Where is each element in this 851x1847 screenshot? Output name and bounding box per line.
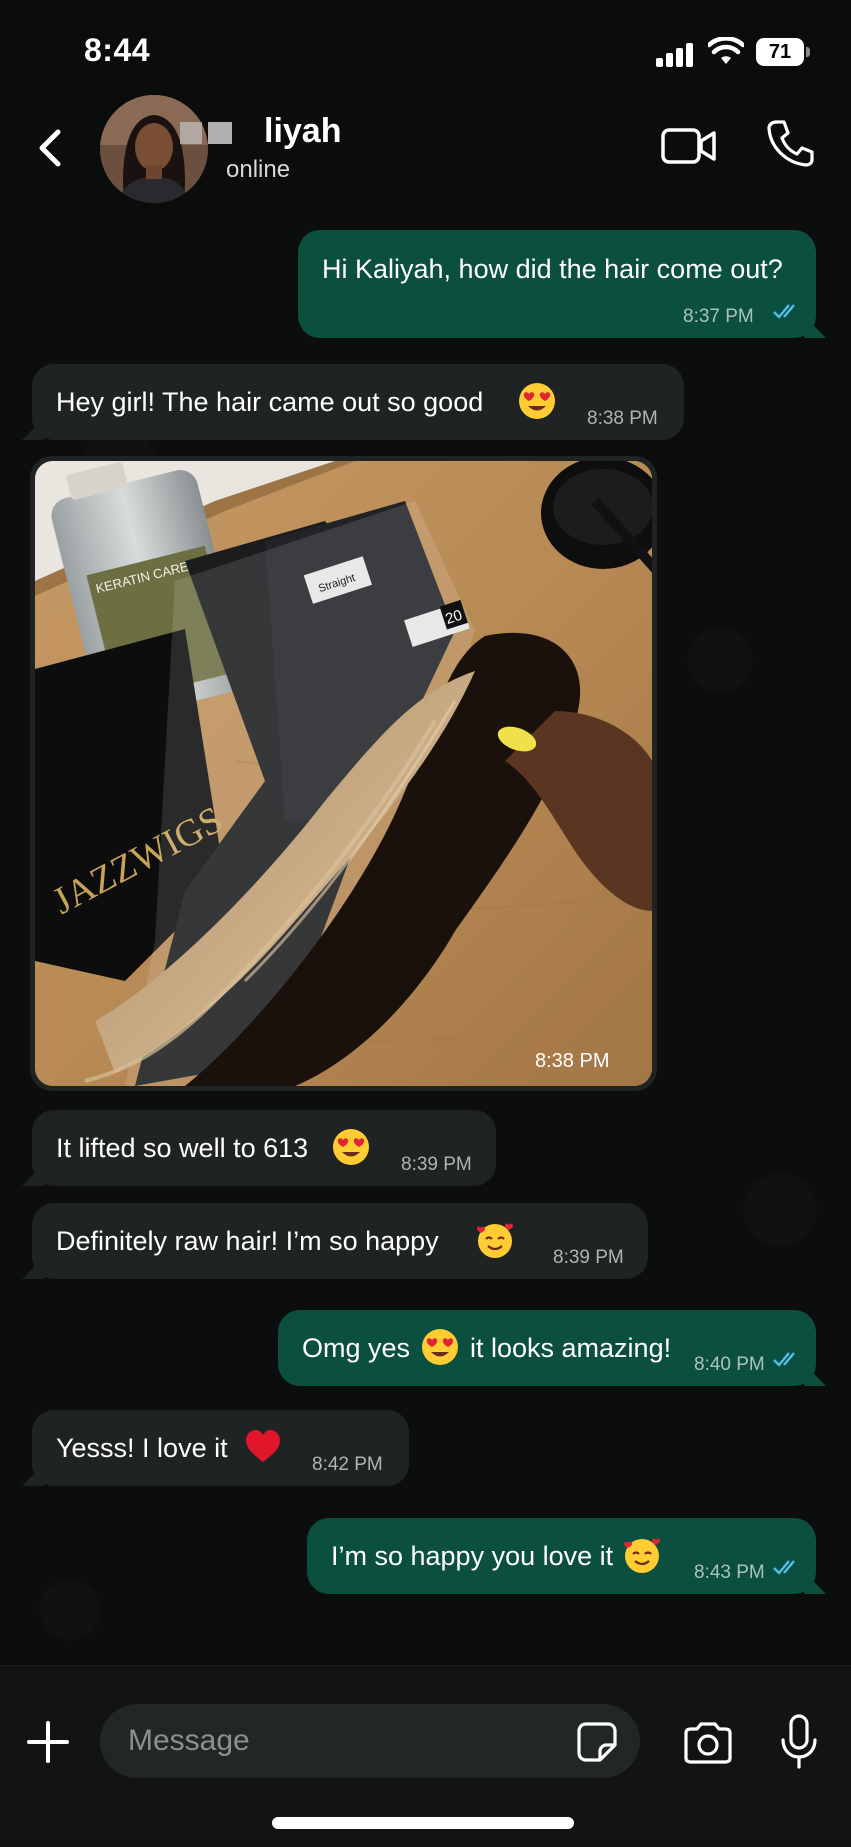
smiling-face-with-hearts-emoji-icon <box>624 1538 660 1573</box>
message-text: Yesss! I love it <box>56 1433 228 1463</box>
heart-eyes-emoji-icon <box>519 383 555 419</box>
message-text-end: it looks amazing! <box>470 1333 672 1363</box>
photo-time: 8:38 PM <box>535 1050 609 1072</box>
read-receipt-icon <box>773 1352 795 1367</box>
sticker-icon[interactable] <box>576 1721 618 1763</box>
home-indicator[interactable] <box>272 1817 574 1829</box>
message-text: Hey girl! The hair came out so good <box>56 387 484 417</box>
battery-level: 71 <box>756 38 804 66</box>
contact-status: online <box>226 156 291 183</box>
contact-name[interactable]: liyah <box>264 112 341 151</box>
phone-call-icon[interactable] <box>766 118 814 168</box>
chat-screen: 8:44 71 liyah online Hi Kaliyah, how did… <box>0 0 851 1847</box>
read-receipt-icon <box>773 1560 795 1575</box>
message-time: 8:39 PM <box>553 1247 624 1268</box>
status-time: 8:44 <box>84 32 151 68</box>
redacted-name-mark <box>180 120 266 146</box>
battery-icon: 71 <box>756 38 810 66</box>
status-bar: 8:44 71 <box>0 0 851 100</box>
wifi-icon <box>708 37 744 64</box>
camera-icon[interactable] <box>682 1721 734 1765</box>
message-text: Definitely raw hair! I’m so happy <box>56 1226 439 1256</box>
message-text: Hi Kaliyah, how did the hair come out? <box>322 254 783 284</box>
hair-photo[interactable]: KERATIN CARE02 JAZZWIGS Straight 20 8:38… <box>35 461 652 1086</box>
message-composer <box>0 1665 851 1847</box>
message-time: 8:38 PM <box>587 408 658 429</box>
message-text: It lifted so well to 613 <box>56 1133 309 1163</box>
message-bubble-outgoing[interactable]: Omg yes it looks amazing! 8:40 PM <box>278 1310 826 1386</box>
message-bubble-outgoing[interactable]: I’m so happy you love it 8:43 PM <box>307 1518 826 1594</box>
message-bubble-incoming[interactable]: Definitely raw hair! I’m so happy 8:39 P… <box>22 1203 648 1279</box>
read-receipt-icon <box>773 304 795 319</box>
back-chevron-icon[interactable] <box>30 120 70 176</box>
chat-header: liyah online <box>0 90 851 210</box>
cellular-signal-icon <box>656 41 698 67</box>
message-bubble-outgoing[interactable]: Hi Kaliyah, how did the hair come out? 8… <box>298 230 826 338</box>
message-time: 8:37 PM <box>683 306 754 327</box>
hair-photo-image: KERATIN CARE02 JAZZWIGS Straight 20 8:38… <box>35 461 652 1086</box>
smiling-face-with-hearts-emoji-icon <box>477 1223 513 1258</box>
microphone-icon[interactable] <box>780 1714 818 1770</box>
message-time: 8:42 PM <box>312 1454 383 1475</box>
message-bubble-incoming[interactable]: Yesss! I love it 8:42 PM <box>22 1410 409 1486</box>
message-text: I’m so happy you love it <box>331 1541 614 1571</box>
message-bubble-incoming[interactable]: It lifted so well to 613 8:39 PM <box>22 1110 496 1186</box>
message-time: 8:40 PM <box>694 1354 765 1375</box>
video-call-icon[interactable] <box>660 124 718 168</box>
photo-message[interactable]: KERATIN CARE02 JAZZWIGS Straight 20 8:38… <box>30 456 657 1091</box>
heart-eyes-emoji-icon <box>333 1129 369 1165</box>
message-time: 8:39 PM <box>401 1154 472 1175</box>
message-time: 8:43 PM <box>694 1562 765 1583</box>
plus-icon[interactable] <box>26 1720 70 1764</box>
message-text-start: Omg yes <box>302 1333 411 1363</box>
heart-eyes-emoji-icon <box>422 1329 458 1365</box>
message-input[interactable] <box>100 1704 640 1778</box>
red-heart-emoji-icon <box>246 1430 280 1462</box>
message-bubble-incoming[interactable]: Hey girl! The hair came out so good 8:38… <box>22 364 684 440</box>
contact-avatar[interactable] <box>100 95 208 203</box>
